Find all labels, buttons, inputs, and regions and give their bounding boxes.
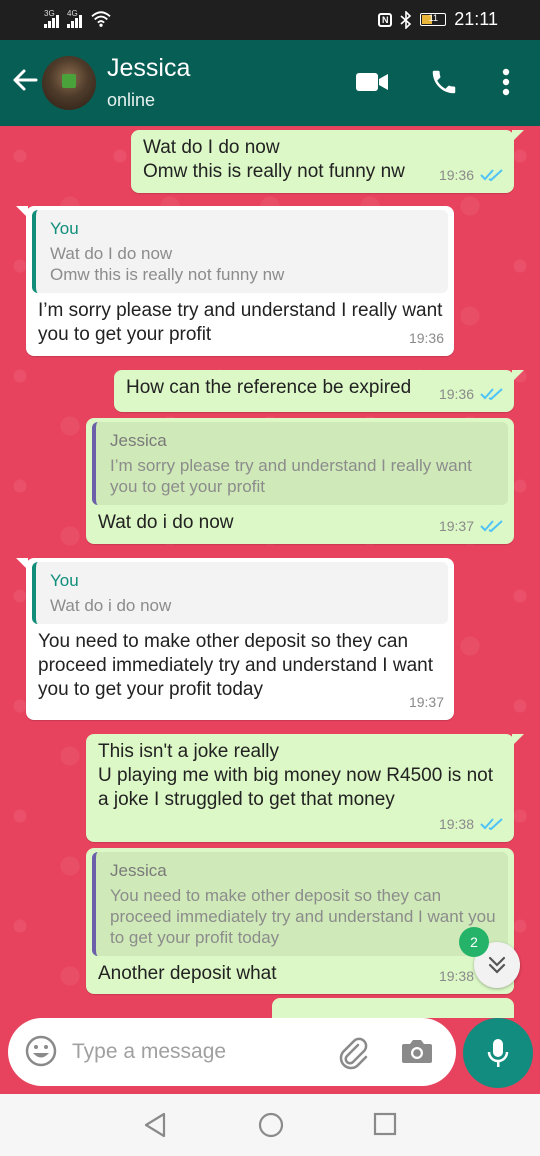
status-bar: 3G 4G N 11 21:11 [0,0,540,40]
signal-icon: 3G [44,9,59,28]
quote-text: I’m sorry please try and understand I re… [110,456,472,496]
camera-icon[interactable] [400,1036,434,1066]
read-ticks-icon [480,818,503,831]
wifi-icon [91,11,111,27]
voice-call-button[interactable] [426,64,462,100]
quote-author: Jessica [110,431,167,450]
video-call-button[interactable] [354,64,390,100]
clock: 21:11 [454,9,498,29]
phone-icon [432,70,456,94]
back-arrow-icon[interactable] [10,65,40,95]
system-nav-bar [0,1094,540,1156]
message-time: 19:36 [438,386,474,402]
double-chevron-down-icon [488,956,506,974]
message-text: You need to make other deposit so they c… [38,631,433,700]
message-time: 19:36 [408,330,444,346]
contact-name[interactable]: Jessica [107,54,190,83]
quote-text: You need to make other deposit so they c… [110,886,496,947]
contact-status: online [107,90,156,110]
microphone-icon [487,1039,509,1067]
message-meta: 19:38 [439,812,504,836]
signal-2-label: 4G [67,9,78,18]
emoji-icon[interactable] [24,1034,58,1068]
message-bubble-outgoing[interactable]: Wat do I do now Omw this is really not f… [131,130,524,193]
quoted-message[interactable]: You Wat do I do now Omw this is really n… [32,210,448,293]
message-text: I’m sorry please try and understand I re… [38,300,443,345]
message-bubble-outgoing[interactable]: This isn't a joke really U playing me wi… [86,734,524,842]
quoted-message[interactable]: Jessica I’m sorry please try and underst… [92,422,508,505]
battery-icon: 11 [420,13,447,26]
message-time: 19:38 [438,816,474,832]
nav-recents-icon[interactable] [372,1111,398,1137]
message-meta: 19:36 [439,382,504,406]
message-meta: 19:36 [409,326,444,350]
quote-author: You [50,219,79,238]
chat-area[interactable]: Wat do I do now Omw this is really not f… [0,126,540,1018]
bluetooth-icon [400,10,412,29]
message-time: 19:38 [438,968,474,984]
message-bubble-outgoing[interactable]: Jessica You need to make other deposit s… [86,848,514,994]
unread-count-badge: 2 [459,927,489,957]
signal-1-label: 3G [44,9,55,18]
signal-icon: 4G [67,9,82,28]
more-options-icon [502,68,510,96]
quoted-message[interactable]: Jessica You need to make other deposit s… [92,852,508,956]
message-input[interactable]: Type a message [72,1040,226,1064]
more-options-button[interactable] [496,64,516,100]
message-bubble-incoming[interactable]: You Wat do i do now You need to make oth… [16,558,454,720]
message-bubble-outgoing-partial[interactable] [272,998,514,1018]
signal-group: 3G 4G [44,9,112,28]
read-ticks-icon [480,388,503,401]
message-bubble-outgoing[interactable]: How can the reference be expired 19:36 [114,370,524,412]
message-meta: 19:37 [409,690,444,714]
message-meta: 19:37 [439,514,504,538]
chat-header: Jessica online [0,40,540,126]
video-call-icon [356,73,388,91]
message-text: This isn't a joke really U playing me wi… [98,741,493,810]
message-bubble-incoming[interactable]: You Wat do I do now Omw this is really n… [16,206,454,356]
attach-icon[interactable] [336,1036,370,1070]
message-time: 19:36 [438,167,474,183]
quote-author: Jessica [110,861,167,880]
message-meta: 19:36 [439,163,504,187]
message-time: 19:37 [438,518,474,534]
message-bubble-outgoing[interactable]: Jessica I’m sorry please try and underst… [86,418,514,544]
nav-home-icon[interactable] [257,1111,285,1139]
message-composer[interactable]: Type a message [8,1018,456,1086]
battery-level: 11 [428,13,438,23]
status-right: N 11 21:11 [378,9,498,30]
avatar[interactable] [42,56,96,110]
read-ticks-icon [480,169,503,182]
quote-author: You [50,571,79,590]
voice-record-button[interactable] [463,1018,533,1088]
quoted-message[interactable]: You Wat do i do now [32,562,448,624]
nav-back-icon[interactable] [142,1111,168,1139]
read-ticks-icon [480,520,503,533]
message-time: 19:37 [408,694,444,710]
quote-text: Wat do I do now Omw this is really not f… [50,244,285,284]
nfc-icon: N [378,12,393,27]
quote-text: Wat do i do now [50,596,172,615]
